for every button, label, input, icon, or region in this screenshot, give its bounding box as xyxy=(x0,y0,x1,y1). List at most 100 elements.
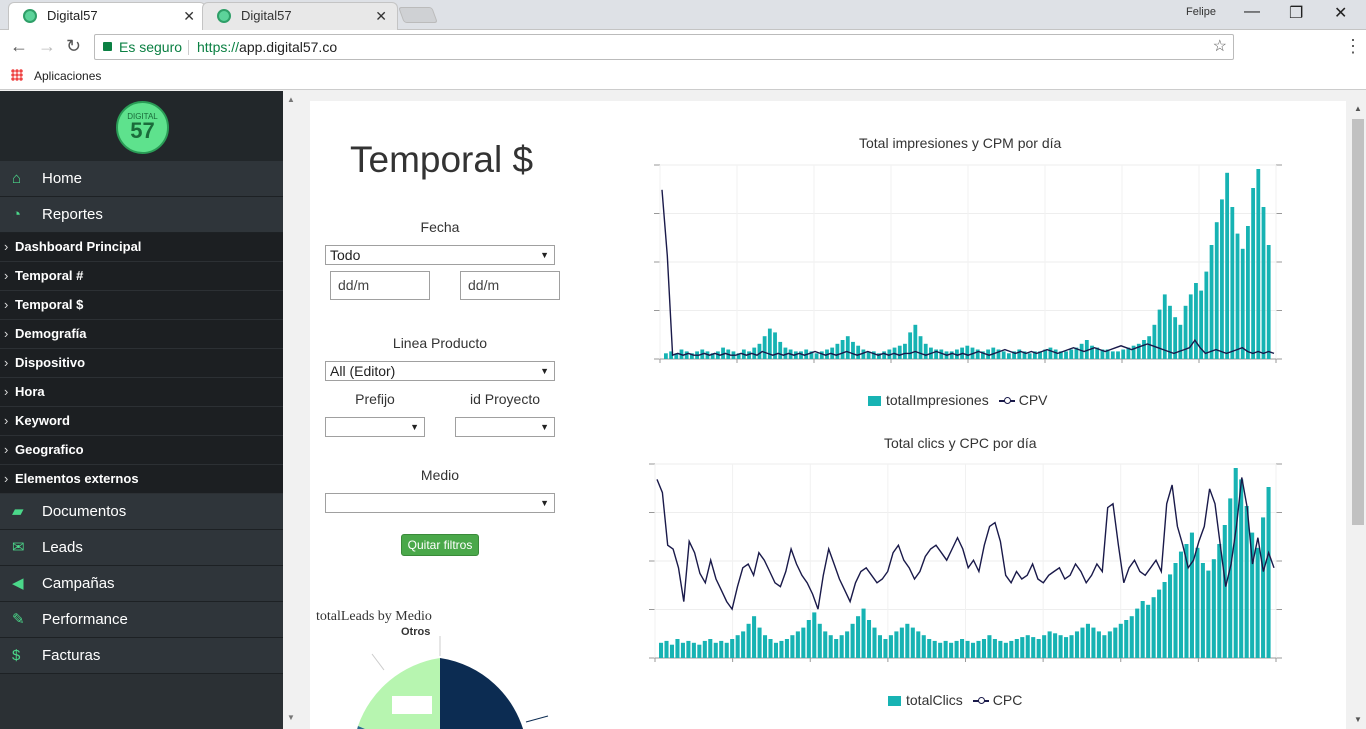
bar xyxy=(757,627,762,658)
scroll-up-icon[interactable]: ▲ xyxy=(287,95,295,104)
medio-select[interactable]: ▼ xyxy=(325,493,555,513)
bookmark-star-icon[interactable]: ☆ xyxy=(1213,35,1227,59)
sidebar-subitem[interactable]: › Elementos externos xyxy=(0,465,283,494)
bar xyxy=(882,351,887,359)
new-tab-button[interactable] xyxy=(398,7,438,23)
sidebar-subitem[interactable]: › Temporal $ xyxy=(0,291,283,320)
bar xyxy=(1217,544,1222,658)
scroll-up-icon[interactable]: ▲ xyxy=(1354,104,1362,113)
idproyecto-select[interactable]: ▼ xyxy=(455,417,555,437)
bar xyxy=(702,640,707,658)
bar xyxy=(839,635,844,658)
bar xyxy=(752,616,757,658)
dropdown-arrow-icon: ▼ xyxy=(540,498,549,508)
chart2-clics[interactable] xyxy=(643,458,1288,668)
home-icon: ⌂ xyxy=(12,170,22,187)
url-input[interactable]: Es seguro https://app.digital57.co ☆ xyxy=(94,34,1234,60)
sidebar-item-campanas[interactable]: ◀ Campañas xyxy=(0,566,283,602)
scroll-down-icon[interactable]: ▼ xyxy=(287,713,295,722)
date-from-input[interactable]: dd/m xyxy=(330,271,430,300)
sidebar-subitem[interactable]: › Hora xyxy=(0,378,283,407)
bar xyxy=(746,623,751,658)
minimize-icon[interactable]: — xyxy=(1244,3,1260,21)
address-bar: ← → ↻ Es seguro https://app.digital57.co… xyxy=(0,30,1366,64)
tab-close-icon[interactable]: ✕ xyxy=(183,3,195,29)
forward-icon[interactable]: → xyxy=(38,36,56,57)
bar xyxy=(823,631,828,658)
linea-producto-select[interactable]: All (Editor) ▼ xyxy=(325,361,555,381)
fecha-select[interactable]: Todo ▼ xyxy=(325,245,555,265)
profile-name[interactable]: Felipe xyxy=(1186,6,1216,18)
sidebar-item-reportes[interactable]: ◔ Reportes xyxy=(0,197,283,233)
sidebar-item-facturas[interactable]: $ Facturas xyxy=(0,638,283,674)
chart2-legend[interactable]: totalClics CPC xyxy=(888,692,1022,708)
bar xyxy=(1157,589,1162,658)
prefijo-select[interactable]: ▼ xyxy=(325,417,425,437)
bar xyxy=(1230,207,1235,359)
page-scrollbar[interactable]: ▲ ▼ xyxy=(1350,101,1366,729)
sidebar-item-home[interactable]: ⌂ Home xyxy=(0,161,283,197)
bar xyxy=(719,640,724,658)
scroll-down-icon[interactable]: ▼ xyxy=(1354,715,1362,724)
close-window-icon[interactable]: ✕ xyxy=(1334,3,1347,23)
bar xyxy=(905,623,910,658)
scrollbar-thumb[interactable] xyxy=(1352,119,1364,525)
chart1-legend[interactable]: totalImpresiones CPV xyxy=(868,392,1048,408)
date-to-input[interactable]: dd/m xyxy=(460,271,560,300)
bar xyxy=(795,631,800,658)
bar xyxy=(686,640,691,658)
tab-digital57-active[interactable]: Digital57 ✕ xyxy=(8,2,206,30)
bar xyxy=(899,627,904,658)
sidebar-subitem[interactable]: › Temporal # xyxy=(0,262,283,291)
menu-icon[interactable]: ⋮ xyxy=(1344,36,1362,57)
apps-grid-icon[interactable] xyxy=(11,69,23,81)
sidebar-item-leads[interactable]: ✉ Leads xyxy=(0,530,283,566)
apps-link[interactable]: Aplicaciones xyxy=(34,69,101,83)
sidebar-item-documentos[interactable]: ▰ Documentos xyxy=(0,494,283,530)
bar xyxy=(908,332,913,359)
restore-icon[interactable]: ❐ xyxy=(1289,3,1303,23)
favicon-icon xyxy=(217,9,231,23)
chart1-impresiones[interactable] xyxy=(648,159,1288,369)
bar xyxy=(1074,631,1080,658)
sidebar-subitem[interactable]: › Dispositivo xyxy=(0,349,283,378)
bar xyxy=(1113,627,1118,658)
bar xyxy=(1025,635,1030,658)
bar xyxy=(1116,351,1120,359)
bar xyxy=(1251,188,1256,359)
bar xyxy=(916,631,921,658)
bar xyxy=(1006,353,1011,359)
bar xyxy=(675,639,680,658)
bar xyxy=(932,640,937,658)
sidebar-subitem[interactable]: › Demografía xyxy=(0,320,283,349)
prefijo-label: Prefijo xyxy=(355,391,395,407)
bar xyxy=(1261,207,1266,359)
back-icon[interactable]: ← xyxy=(10,36,28,57)
bar xyxy=(1157,309,1162,359)
sidebar: DIGITAL 57 ⌂ Home ◔ Reportes › Dashboard … xyxy=(0,91,283,729)
sidebar-subitem[interactable]: › Geografico xyxy=(0,436,283,465)
sidebar-subitem[interactable]: › Dashboard Principal xyxy=(0,233,283,262)
bar xyxy=(1146,604,1151,658)
dropdown-arrow-icon: ▼ xyxy=(540,366,549,376)
bar xyxy=(845,336,850,359)
bar xyxy=(784,639,789,658)
bar xyxy=(1195,547,1200,658)
bar xyxy=(1091,627,1096,658)
dashboard-icon: ◔ xyxy=(12,206,22,223)
reload-icon[interactable]: ↻ xyxy=(66,36,81,57)
bar xyxy=(1188,294,1193,359)
sidebar-item-performance[interactable]: ✎ Performance xyxy=(0,602,283,638)
tab-close-icon[interactable]: ✕ xyxy=(375,3,387,29)
chart1-title: Total impresiones y CPM por día xyxy=(859,135,1062,151)
clear-filters-button[interactable]: Quitar filtros xyxy=(401,534,479,556)
bar xyxy=(819,351,824,359)
bar xyxy=(773,642,779,658)
digital57-logo[interactable]: DIGITAL 57 xyxy=(116,101,169,154)
bar xyxy=(814,353,819,359)
fecha-label: Fecha xyxy=(420,219,460,235)
sidebar-subitem[interactable]: › Keyword xyxy=(0,407,283,436)
bar xyxy=(1064,351,1068,359)
tab-digital57[interactable]: Digital57 ✕ xyxy=(202,2,398,30)
sidebar-scrollbar[interactable]: ▲ ▼ xyxy=(283,91,298,729)
